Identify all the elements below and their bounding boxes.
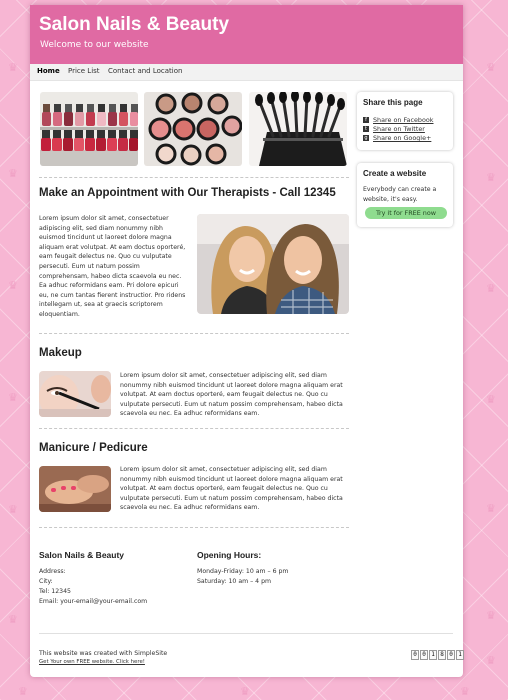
google-plus-icon: g (363, 135, 369, 141)
counter-digit: 0 (420, 650, 428, 660)
share-facebook-link[interactable]: f Share on Facebook (363, 116, 434, 124)
crown-decoration: ♛ (8, 503, 18, 516)
facebook-icon: f (363, 117, 369, 123)
nav-price-list[interactable]: Price List (68, 67, 100, 75)
main-nav: Home Price List Contact and Location (30, 64, 463, 81)
footer-credit: This website was created with SimpleSite (39, 650, 168, 657)
makeup-thumbnail (39, 371, 111, 417)
share-twitter-label: Share on Twitter (373, 125, 425, 133)
makeup-palette-photo (144, 92, 242, 166)
crown-decoration: ♛ (486, 502, 496, 515)
crown-decoration: ♛ (486, 393, 496, 406)
counter-digit: 0 (411, 650, 419, 660)
crown-decoration: ♛ (486, 282, 496, 295)
twitter-icon: t (363, 126, 369, 132)
footer-free-website-link[interactable]: Get Your own FREE website. Click here! (39, 659, 145, 665)
site-header: Salon Nails & Beauty Welcome to our webs… (30, 5, 463, 64)
manicure-thumbnail (39, 466, 111, 512)
crown-decoration: ♛ (240, 685, 250, 698)
crown-decoration: ♛ (8, 61, 18, 74)
clients-photo (197, 214, 349, 314)
create-website-title: Create a website (363, 169, 427, 178)
site-subtitle: Welcome to our website (40, 40, 149, 50)
manicure-text: Lorem ipsum dolor sit amet, consectetuer… (120, 466, 343, 512)
contact-email[interactable]: Email: your-email@your-email.com (39, 597, 147, 607)
contact-phone: Tel: 12345 (39, 588, 71, 595)
nav-home[interactable]: Home (37, 67, 60, 75)
visitor-counter: 0 0 1 8 0 1 (411, 650, 464, 660)
section-divider (39, 428, 349, 429)
section-divider (39, 177, 349, 178)
share-title: Share this page (363, 98, 423, 107)
makeup-text: Lorem ipsum dolor sit amet, consectetuer… (120, 372, 343, 418)
crown-decoration: ♛ (486, 171, 496, 184)
crown-decoration: ♛ (8, 167, 18, 180)
footer-divider (39, 633, 453, 634)
intro-paragraph: Lorem ipsum dolor sit amet, consectetuer… (39, 215, 186, 318)
contact-address: Address: (39, 568, 66, 575)
share-facebook-label: Share on Facebook (373, 116, 434, 124)
page-container: Salon Nails & Beauty Welcome to our webs… (30, 5, 464, 677)
share-box: Share this page f Share on Facebook t Shar… (357, 92, 453, 150)
counter-digit: 1 (456, 650, 464, 660)
crown-decoration: ♛ (486, 609, 496, 622)
counter-digit: 0 (447, 650, 455, 660)
counter-digit: 8 (438, 650, 446, 660)
counter-digit: 1 (429, 650, 437, 660)
section-divider (39, 527, 349, 528)
hours-saturday: Saturday: 10 am – 4 pm (197, 578, 272, 585)
share-google-label: Share on Google+ (373, 134, 432, 142)
nav-contact-location[interactable]: Contact and Location (108, 67, 182, 75)
hours-title: Opening Hours: (197, 550, 262, 560)
crown-decoration: ♛ (460, 685, 470, 698)
create-website-text: Everybody can create a website, it's eas… (363, 186, 437, 203)
crown-decoration: ♛ (486, 654, 496, 667)
contact-title: Salon Nails & Beauty (39, 550, 125, 560)
makeup-heading: Makeup (39, 347, 82, 359)
contact-city: City: (39, 578, 53, 585)
nail-polish-photo (40, 92, 138, 166)
share-twitter-link[interactable]: t Share on Twitter (363, 125, 425, 133)
crown-decoration: ♛ (8, 279, 18, 292)
create-website-box: Create a website Everybody can create a … (357, 163, 453, 227)
crown-decoration: ♛ (18, 685, 28, 698)
makeup-brushes-photo (249, 92, 347, 166)
appointment-heading: Make an Appointment with Our Therapists … (39, 187, 336, 199)
site-title[interactable]: Salon Nails & Beauty (39, 14, 229, 36)
crown-decoration: ♛ (486, 61, 496, 74)
crown-decoration: ♛ (8, 391, 18, 404)
crown-decoration: ♛ (8, 613, 18, 626)
manicure-heading: Manicure / Pedicure (39, 442, 148, 454)
hours-weekdays: Monday-Friday: 10 am – 6 pm (197, 568, 289, 575)
section-divider (39, 333, 349, 334)
share-google-link[interactable]: g Share on Google+ (363, 134, 431, 142)
try-free-button[interactable]: Try it for FREE now (365, 207, 447, 219)
